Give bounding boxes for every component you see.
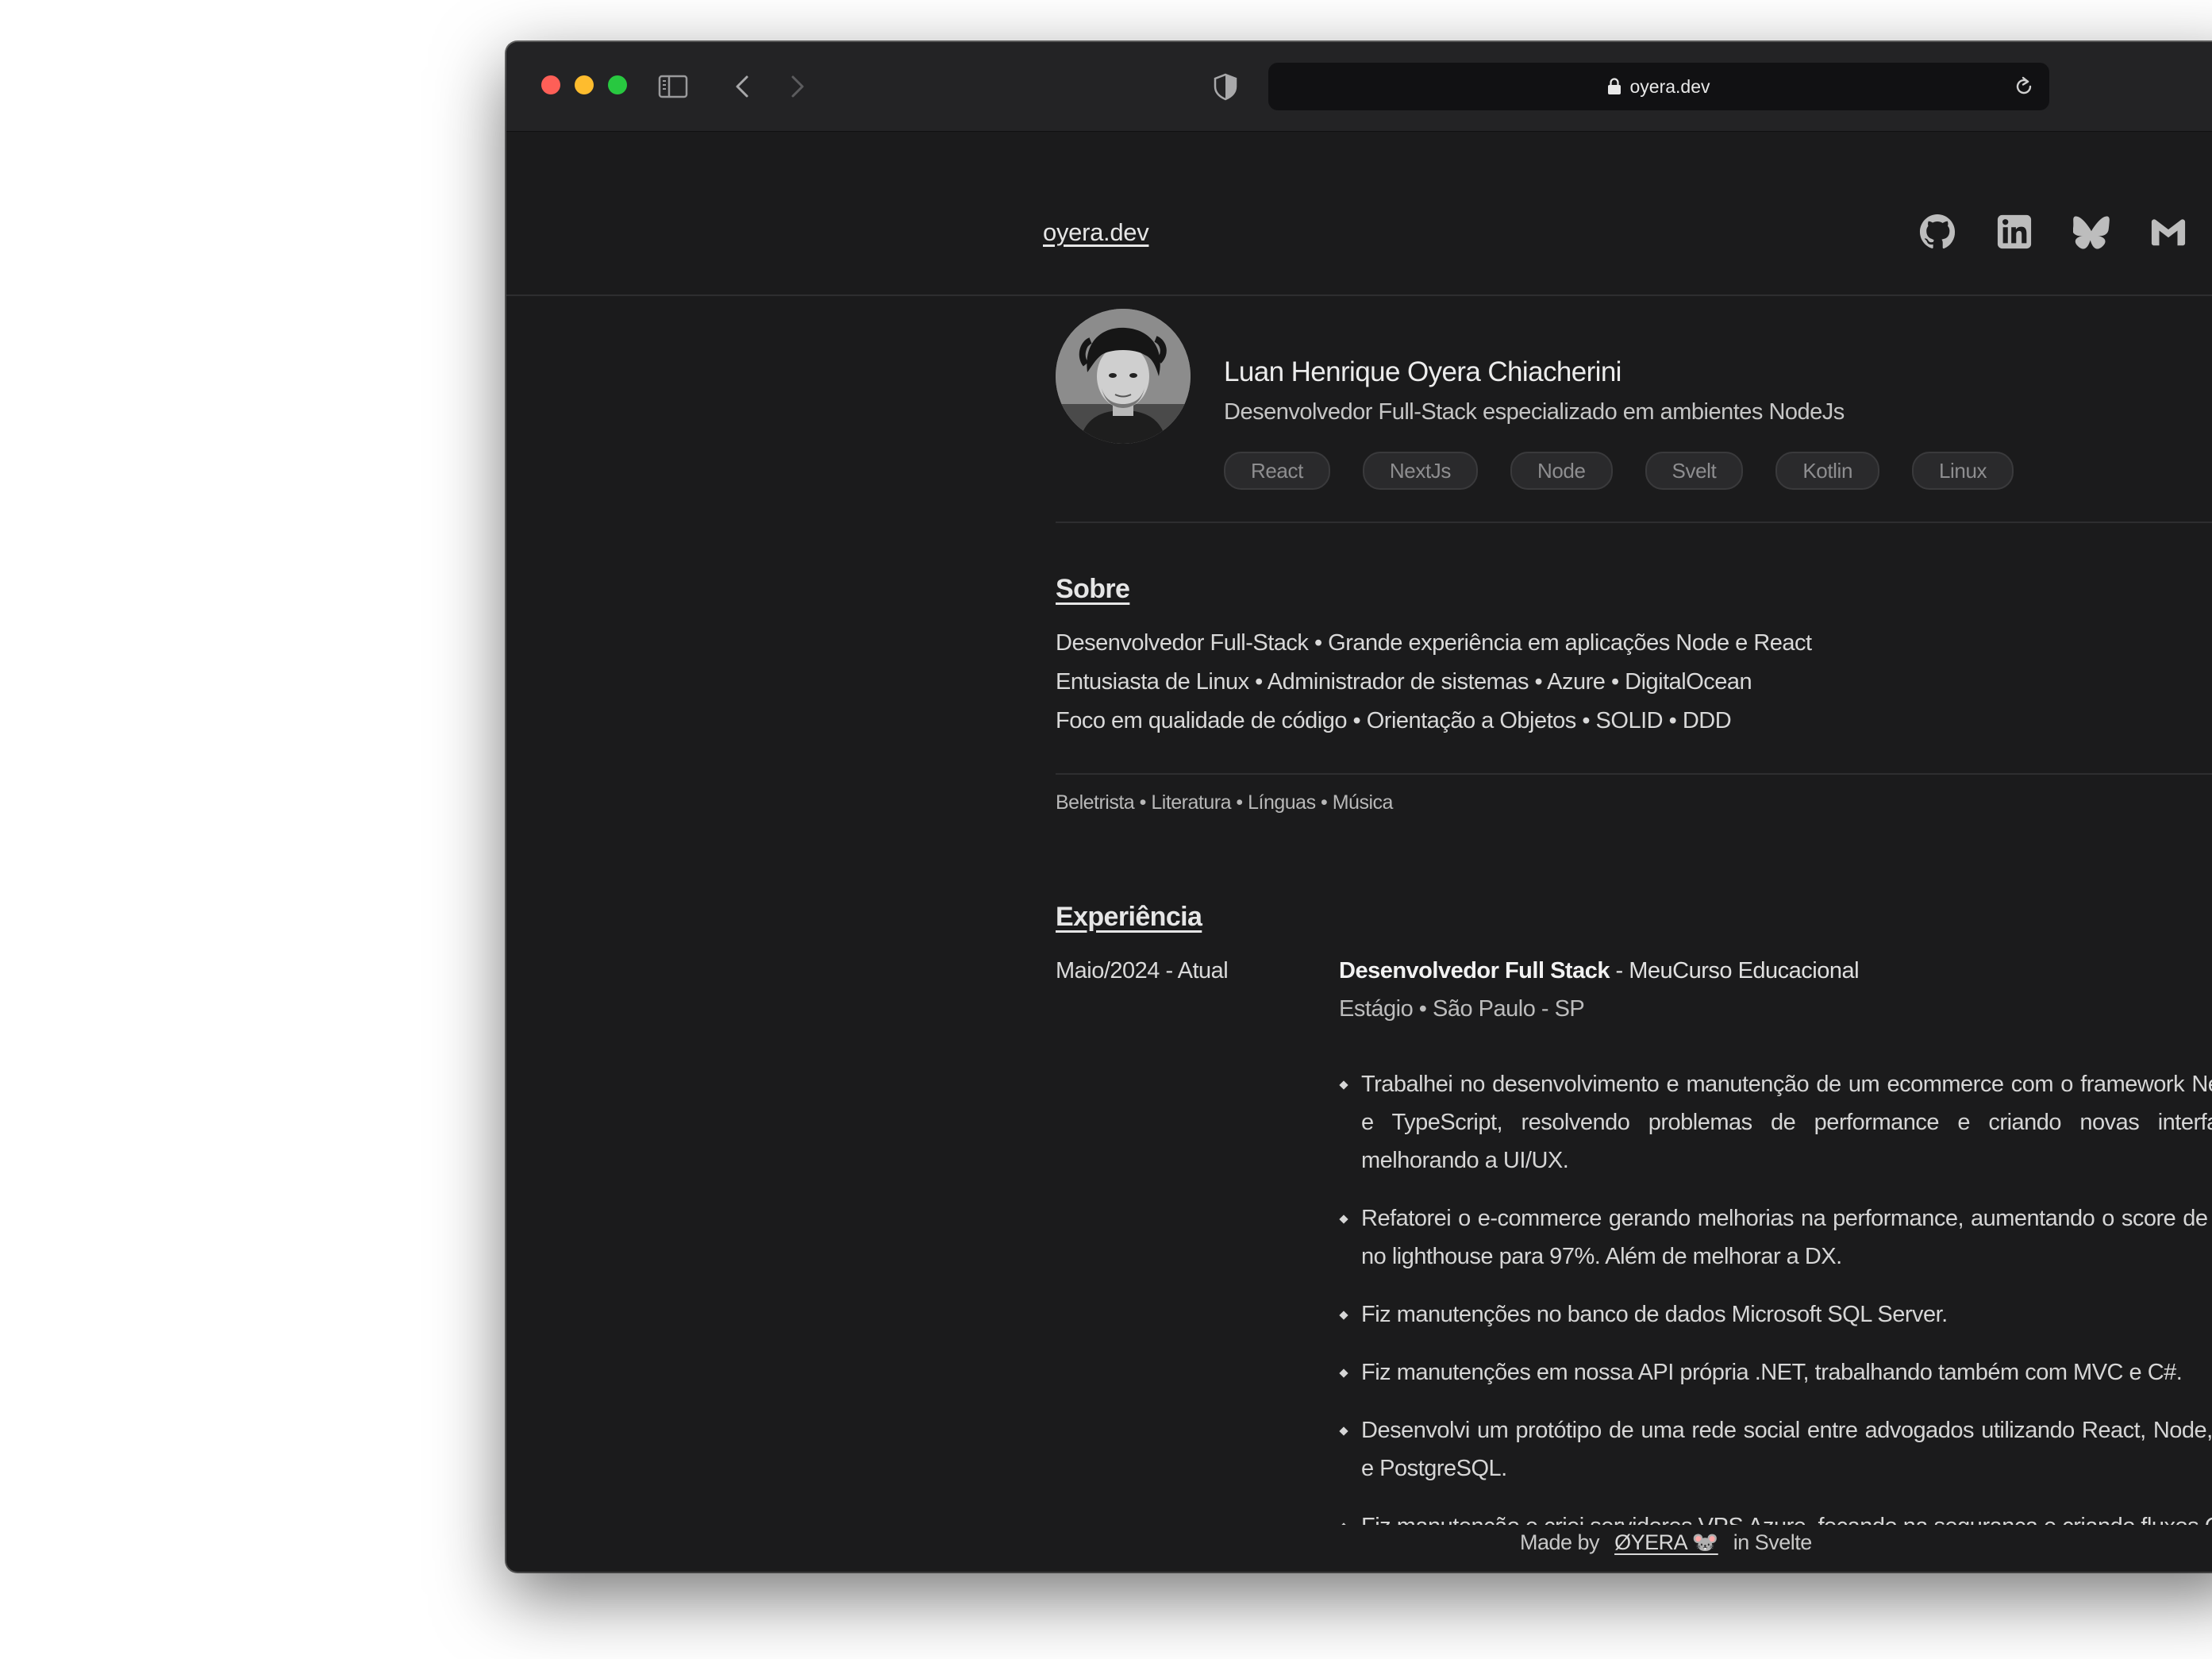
divider xyxy=(1056,522,2212,523)
role-title: Desenvolvedor Full Stack xyxy=(1339,958,1610,983)
reload-icon[interactable] xyxy=(2013,75,2035,98)
linkedin-icon[interactable] xyxy=(1996,214,2033,250)
about-line: Desenvolvedor Full-Stack • Grande experi… xyxy=(1056,630,1812,656)
about-line: Foco em qualidade de código • Orientação… xyxy=(1056,708,1732,733)
skill-tag: NextJs xyxy=(1362,452,1478,490)
skill-tag: React xyxy=(1224,452,1330,490)
brand-link[interactable]: oyera.dev xyxy=(1043,218,1149,247)
experience-heading[interactable]: Experiência xyxy=(1056,902,1202,933)
skill-tag: Svelt xyxy=(1645,452,1744,490)
hobbies-text: Beletrista • Literatura • Línguas • Músi… xyxy=(1056,791,1393,814)
site-footer: Made by ØYERA 🐭 in Svelte xyxy=(506,1525,2212,1565)
skill-tag: Kotlin xyxy=(1775,452,1879,490)
profile-name: Luan Henrique Oyera Chiacherini xyxy=(1224,356,1621,387)
back-icon[interactable] xyxy=(727,71,759,102)
address-bar[interactable]: oyera.dev xyxy=(1268,63,2049,110)
footer-suffix: in Svelte xyxy=(1733,1530,1813,1554)
about-line: Entusiasta de Linux • Administrador de s… xyxy=(1056,669,1752,695)
minimize-window-button[interactable] xyxy=(575,75,594,94)
experience-meta: Estágio • São Paulo - SP xyxy=(1339,996,1585,1022)
experience-period: Maio/2024 - Atual xyxy=(1056,958,1229,983)
skill-tag: Linux xyxy=(1912,452,2014,490)
avatar xyxy=(1056,309,1191,444)
browser-window: oyera.dev oyera.dev Luan Henrique Oyera … xyxy=(506,42,2212,1572)
zoom-window-button[interactable] xyxy=(608,75,627,94)
role-company: - MeuCurso Educacional xyxy=(1609,958,1860,983)
skill-tag: Node xyxy=(1510,452,1613,490)
forward-icon[interactable] xyxy=(781,71,813,102)
bluesky-icon[interactable] xyxy=(2073,214,2110,250)
github-icon[interactable] xyxy=(1919,214,1956,250)
list-item: Fiz manutenções em nossa API própria .NE… xyxy=(1339,1353,2212,1391)
site-header: oyera.dev xyxy=(506,131,2212,296)
footer-author-link[interactable]: ØYERA 🐭 xyxy=(1614,1530,1718,1554)
experience-bullets: Trabalhei no desenvolvimento e manutençã… xyxy=(1339,1065,2212,1565)
lock-icon xyxy=(1608,78,1621,94)
privacy-shield-icon[interactable] xyxy=(1210,71,1241,102)
browser-toolbar: oyera.dev xyxy=(506,42,2212,132)
address-url: oyera.dev xyxy=(1629,76,1710,97)
footer-prefix: Made by xyxy=(1520,1530,1600,1554)
gmail-icon[interactable] xyxy=(2150,214,2187,250)
experience-role: Desenvolvedor Full Stack - MeuCurso Educ… xyxy=(1339,958,1860,984)
list-item: Fiz manutenções no banco de dados Micros… xyxy=(1339,1295,2212,1334)
sidebar-toggle-icon[interactable] xyxy=(657,71,689,102)
close-window-button[interactable] xyxy=(541,75,560,94)
about-heading[interactable]: Sobre xyxy=(1056,574,1130,605)
list-item: Trabalhei no desenvolvimento e manutençã… xyxy=(1339,1065,2212,1180)
divider xyxy=(1056,773,2212,775)
skill-tags: React NextJs Node Svelt Kotlin Linux xyxy=(1224,452,2014,490)
profile-tagline: Desenvolvedor Full-Stack especializado e… xyxy=(1224,399,1845,425)
list-item: Refatorei o e-commerce gerando melhorias… xyxy=(1339,1199,2212,1276)
list-item: Desenvolvi um protótipo de uma rede soci… xyxy=(1339,1411,2212,1488)
